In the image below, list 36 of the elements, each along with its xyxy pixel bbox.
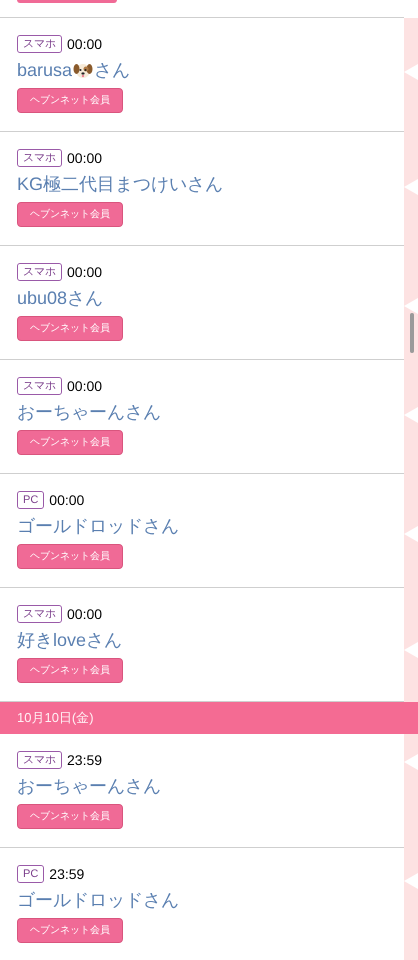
login-time: 00:00 — [49, 490, 84, 510]
login-time: 00:00 — [67, 262, 102, 282]
user-name[interactable]: 好きloveさん — [17, 626, 122, 654]
dog-face-icon — [73, 61, 94, 79]
member-badge: ヘブンネット会員 — [17, 658, 123, 683]
user-name[interactable]: おーちゃーんさん — [17, 772, 161, 800]
device-tag: スマホ — [17, 377, 62, 395]
member-badge: ヘブンネット会員 — [17, 316, 123, 341]
date-header: 10月10日(金) — [0, 702, 418, 734]
user-name[interactable]: ゴールドロッドさん — [17, 512, 179, 540]
user-name[interactable]: barusa — [17, 56, 72, 84]
login-time: 00:00 — [67, 34, 102, 54]
login-time: 00:00 — [67, 604, 102, 624]
device-tag: スマホ — [17, 263, 62, 281]
device-tag: スマホ — [17, 149, 62, 167]
member-badge: ヘブンネット会員 — [17, 202, 123, 227]
login-time: 23:59 — [49, 864, 84, 884]
login-time: 23:59 — [67, 750, 102, 770]
member-badge: ヘブンネット会員 — [17, 804, 123, 829]
member-badge: ヘブンネット会員 — [17, 918, 123, 943]
device-tag: PC — [17, 865, 44, 883]
member-badge: ヘブンネット会員 — [17, 430, 123, 455]
login-time: 00:00 — [67, 376, 102, 396]
user-name[interactable]: KG極二代目まつけいさん — [17, 170, 224, 198]
scrollbar[interactable] — [410, 313, 414, 353]
member-badge: ヘブンネット会員 — [17, 544, 123, 569]
device-tag: スマホ — [17, 605, 62, 623]
login-time: 00:00 — [67, 148, 102, 168]
member-badge: ヘブンネット会員 — [17, 88, 123, 113]
device-tag: PC — [17, 491, 44, 509]
device-tag: スマホ — [17, 751, 62, 769]
user-name[interactable]: おーちゃーんさん — [17, 398, 161, 426]
user-name[interactable]: ゴールドロッドさん — [17, 886, 179, 914]
device-tag: スマホ — [17, 35, 62, 53]
user-name[interactable]: ubu08さん — [17, 284, 104, 312]
honorific: さん — [94, 58, 130, 82]
